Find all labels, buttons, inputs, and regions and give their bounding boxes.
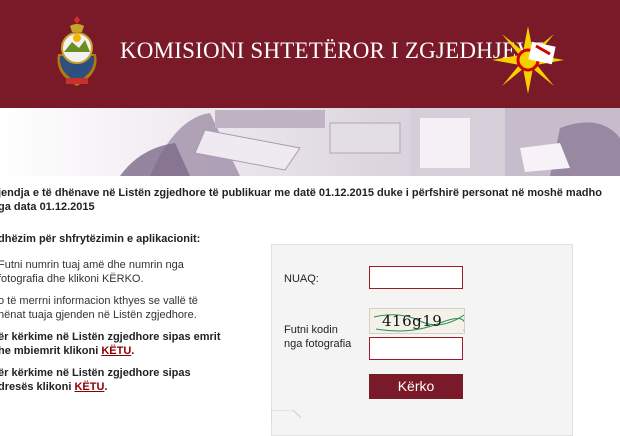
site-header: KOMISIONI SHTETËROR I ZGJEDHJEVE <box>0 0 620 108</box>
step-text: ër kërkime në Listën zgjedhore sipas emr… <box>0 331 221 343</box>
step-text: hënat tuaja gjenden në Listën zgjedhore. <box>0 309 197 321</box>
instruction-step: ër kërkime në Listën zgjedhore sipas emr… <box>0 330 243 358</box>
instruction-step: Futni numrin tuaj amë dhe numrin nga fot… <box>0 258 243 286</box>
step-text: ër kërkime në Listën zgjedhore sipas <box>0 367 191 379</box>
intro-line-1: jendja e të dhënave në Listën zgjedhore … <box>0 187 602 199</box>
step-text: fotografia dhe klikoni KËRKO. <box>0 273 144 285</box>
captcha-label-line: nga fotografia <box>284 338 352 350</box>
step-text: . <box>131 345 135 357</box>
instructions-list: Futni numrin tuaj amë dhe numrin nga fot… <box>0 258 243 402</box>
captcha-code: 416g19 <box>382 312 443 330</box>
instructions-title: dhëzim për shfrytëzimin e aplikacionit: <box>0 233 201 245</box>
nuaq-label: NUAQ: <box>284 273 319 285</box>
search-by-name-link[interactable]: KËTU <box>101 345 131 357</box>
captcha-label: Futni kodin nga fotografia <box>284 323 351 351</box>
captcha-image: 416g19 <box>369 308 465 334</box>
search-by-address-link[interactable]: KËTU <box>74 381 104 393</box>
intro-text: jendja e të dhënave në Listën zgjedhore … <box>0 186 620 214</box>
step-text: dresës klikoni <box>0 381 75 393</box>
banner-image <box>0 108 620 176</box>
instruction-step: o të merrni informacion kthyes se vallë … <box>0 294 243 322</box>
page-title: KOMISIONI SHTETËROR I ZGJEDHJEVE <box>120 38 548 63</box>
captcha-input[interactable] <box>369 337 463 360</box>
intro-line-2: ga data 01.12.2015 <box>0 201 95 213</box>
step-text: . <box>104 381 108 393</box>
corner-decoration-icon <box>271 410 301 422</box>
captcha-label-line: Futni kodin <box>284 324 338 336</box>
coat-of-arms-icon <box>57 16 97 86</box>
step-text: he mbiemrit klikoni <box>0 345 102 357</box>
step-text: o të merrni informacion kthyes se vallë … <box>0 295 198 307</box>
search-button[interactable]: Kërko <box>369 374 463 399</box>
sun-flag-icon <box>492 26 564 94</box>
nuaq-input[interactable] <box>369 266 463 289</box>
instruction-step: ër kërkime në Listën zgjedhore sipas dre… <box>0 366 243 394</box>
step-text: Futni numrin tuaj amë dhe numrin nga <box>0 259 184 271</box>
